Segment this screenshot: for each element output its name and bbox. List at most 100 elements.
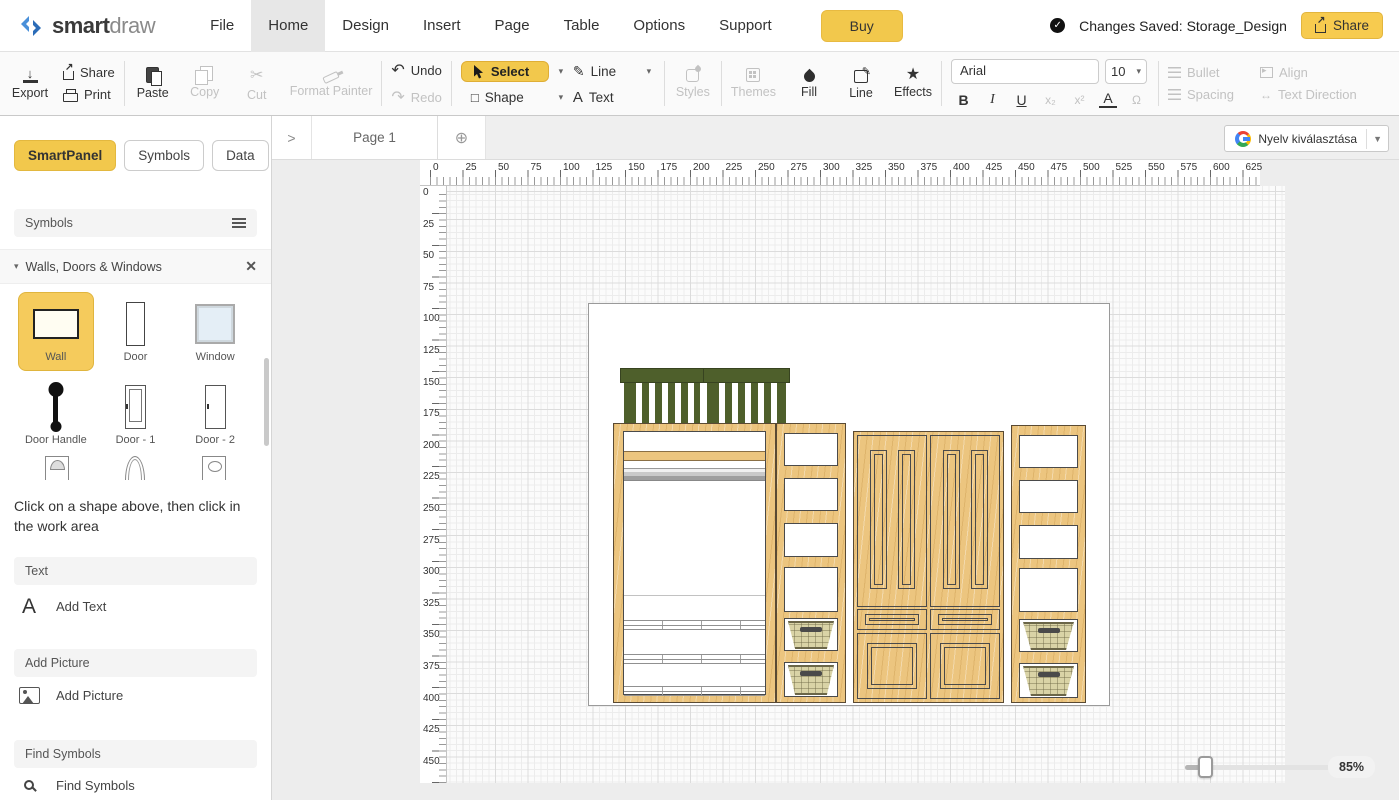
page-tab[interactable]: Page 1 bbox=[312, 116, 438, 159]
h-ruler-label: 400 bbox=[953, 162, 970, 173]
select-tool-button[interactable]: Select bbox=[461, 61, 549, 82]
sidebar-tab-symbols[interactable]: Symbols bbox=[124, 140, 204, 171]
line-caret-icon[interactable]: ▾ bbox=[643, 66, 655, 77]
sidebar-tab-smartpanel[interactable]: SmartPanel bbox=[14, 140, 116, 171]
symbol-label: Door Handle bbox=[25, 434, 87, 446]
top-share-label: Share bbox=[1333, 18, 1369, 33]
h-ruler-label: 225 bbox=[726, 162, 743, 173]
find-symbols-item[interactable]: Find Symbols bbox=[0, 768, 271, 800]
menu-item-options[interactable]: Options bbox=[616, 0, 702, 52]
symbol-wall[interactable]: Wall bbox=[18, 292, 94, 371]
menu-item-support[interactable]: Support bbox=[702, 0, 789, 52]
symbol-door-1[interactable]: Door - 1 bbox=[98, 375, 174, 454]
add-picture-item[interactable]: Add Picture bbox=[0, 677, 271, 714]
select-caret-icon[interactable]: ▾ bbox=[555, 66, 567, 77]
drawing-grid[interactable] bbox=[447, 186, 1285, 783]
line-format-button[interactable]: Line bbox=[842, 68, 880, 100]
line-format-label: Line bbox=[849, 86, 873, 100]
effects-button[interactable]: ★ Effects bbox=[894, 68, 932, 99]
open-wardrobe-section[interactable] bbox=[613, 423, 776, 703]
symbol-label: Door bbox=[124, 351, 148, 363]
bold-button[interactable]: B bbox=[951, 92, 976, 108]
v-ruler-label: 425 bbox=[423, 724, 440, 735]
brush-icon bbox=[322, 70, 339, 83]
sidebar-scrollbar[interactable] bbox=[264, 358, 269, 446]
symbol-category-row[interactable]: ▾ Walls, Doors & Windows ✕ bbox=[0, 249, 271, 284]
h-ruler-label: 325 bbox=[856, 162, 873, 173]
find-section-header: Find Symbols bbox=[14, 740, 257, 768]
font-color-button[interactable]: A bbox=[1099, 91, 1117, 108]
menu-item-page[interactable]: Page bbox=[478, 0, 547, 52]
door-panel bbox=[898, 450, 915, 589]
print-button[interactable]: Print bbox=[63, 87, 115, 102]
redo-icon: ↷ bbox=[391, 87, 404, 107]
cabinet-door-left bbox=[857, 435, 927, 607]
panel-hint: Click on a shape above, then click in th… bbox=[0, 480, 271, 537]
basket-handle bbox=[800, 671, 822, 676]
drawer bbox=[930, 609, 1000, 630]
symbol-door-arch-window[interactable] bbox=[18, 456, 96, 480]
cubby bbox=[784, 567, 838, 612]
workarea[interactable]: 0255075100125150175200225250275300325350… bbox=[272, 160, 1399, 800]
v-ruler-label: 200 bbox=[423, 440, 440, 451]
symbol-door-2[interactable]: Door - 2 bbox=[177, 375, 253, 454]
green-crate[interactable] bbox=[623, 368, 701, 423]
language-selector[interactable]: Nyelv kiválasztása ▼ bbox=[1224, 125, 1389, 152]
italic-button[interactable]: I bbox=[980, 92, 1005, 108]
paste-button[interactable]: Paste bbox=[134, 67, 172, 100]
h-ruler-label: 625 bbox=[1246, 162, 1263, 173]
cubby bbox=[1019, 568, 1078, 612]
storage-design-drawing[interactable] bbox=[588, 303, 1110, 706]
door-oval-icon bbox=[202, 456, 226, 480]
category-collapse-icon[interactable]: ▾ bbox=[14, 261, 19, 272]
door-panel bbox=[940, 643, 990, 689]
logo-text: smartdraw bbox=[52, 13, 155, 39]
shape-tool-button[interactable]: □ Shape bbox=[461, 90, 549, 105]
add-text-item[interactable]: A Add Text bbox=[0, 585, 271, 629]
share-button[interactable]: Share bbox=[63, 65, 115, 80]
h-ruler-label: 100 bbox=[563, 162, 580, 173]
shape-caret-icon[interactable]: ▾ bbox=[555, 92, 567, 103]
zoom-slider-handle[interactable] bbox=[1198, 756, 1213, 778]
buy-button[interactable]: Buy bbox=[821, 10, 903, 42]
menu-hamburger-icon[interactable] bbox=[232, 218, 246, 228]
center-cabinet[interactable] bbox=[853, 431, 1004, 703]
sidebar-tab-data[interactable]: Data bbox=[212, 140, 269, 171]
symbol-door-oval[interactable] bbox=[175, 456, 253, 480]
text-direction-label: Text Direction bbox=[1278, 87, 1357, 102]
crate-slats bbox=[624, 383, 700, 423]
menu-item-insert[interactable]: Insert bbox=[406, 0, 478, 52]
symbol-door[interactable]: Door bbox=[98, 292, 174, 371]
themes-icon bbox=[746, 68, 760, 82]
top-share-button[interactable]: Share bbox=[1301, 12, 1383, 39]
undo-button[interactable]: ↶ Undo bbox=[391, 60, 441, 80]
menu-item-home[interactable]: Home bbox=[251, 0, 325, 52]
add-page-button[interactable]: ⊕ bbox=[438, 116, 486, 159]
symbol-door-handle[interactable]: Door Handle bbox=[18, 375, 94, 454]
symbol-window[interactable]: Window bbox=[177, 292, 253, 371]
line-tool-button[interactable]: ✎ Line bbox=[573, 63, 637, 80]
symbol-door-arch[interactable] bbox=[96, 456, 174, 480]
menu-item-design[interactable]: Design bbox=[325, 0, 406, 52]
align-label: Align bbox=[1279, 65, 1308, 80]
export-button[interactable]: ↓ Export bbox=[11, 68, 49, 100]
text-tool-button[interactable]: A Text bbox=[573, 89, 637, 106]
lower-cabinet-door bbox=[930, 633, 1000, 699]
green-crate[interactable] bbox=[706, 368, 787, 423]
category-close-icon[interactable]: ✕ bbox=[245, 258, 257, 275]
format-painter-button: Format Painter bbox=[290, 70, 373, 98]
underline-button[interactable]: U bbox=[1009, 92, 1034, 108]
font-size-select[interactable]: 10 ▾ bbox=[1105, 59, 1147, 84]
fill-label: Fill bbox=[801, 85, 817, 99]
basket-handle bbox=[1038, 672, 1060, 677]
font-name-input[interactable]: Arial bbox=[951, 59, 1099, 84]
text-direction-icon: ↔ bbox=[1260, 88, 1272, 102]
share-icon bbox=[63, 71, 74, 80]
search-icon bbox=[17, 780, 41, 790]
v-ruler-label: 225 bbox=[423, 471, 440, 482]
menu-item-file[interactable]: File bbox=[193, 0, 251, 52]
hanging-rod bbox=[624, 468, 765, 481]
fill-button[interactable]: Fill bbox=[790, 68, 828, 99]
tab-overflow-button[interactable]: > bbox=[272, 116, 312, 159]
menu-item-table[interactable]: Table bbox=[547, 0, 617, 52]
